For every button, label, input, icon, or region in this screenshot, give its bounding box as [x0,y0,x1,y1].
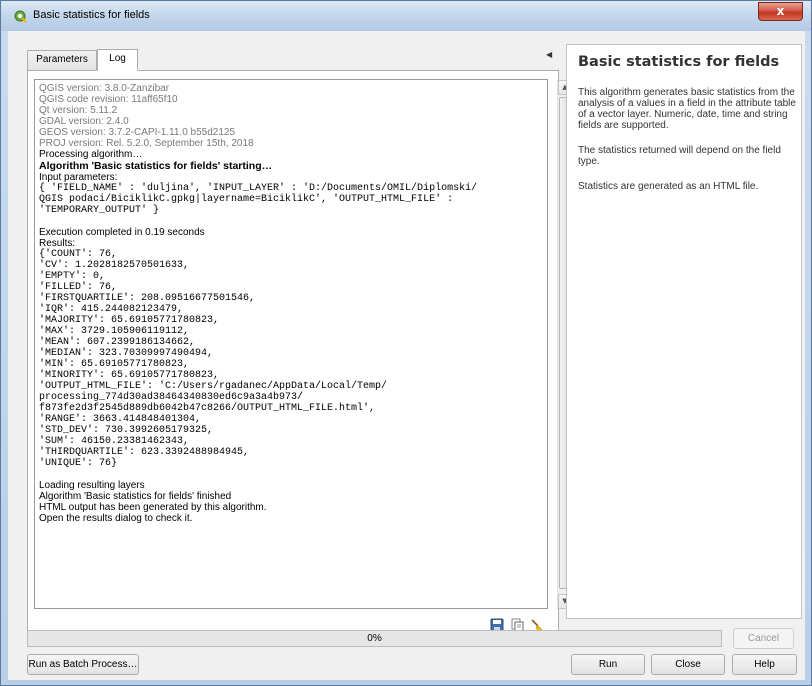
log-result-line: processing_774d30ad38464340830ed6c9a3a4b… [39,392,304,403]
tab-log[interactable]: Log [97,49,138,71]
log-input-params-label: Input parameters: [39,172,118,183]
log-result-line: 'MEDIAN': 323.70309997490494, [39,348,214,359]
cancel-button[interactable]: Cancel [733,628,794,649]
log-param-line: 'TEMPORARY_OUTPUT' } [39,205,160,216]
log-result-line: 'SUM': 46150.23381462343, [39,436,190,447]
log-version-line: GDAL version: 2.4.0 [39,116,129,127]
log-version-line: QGIS version: 3.8.0-Zanzibar [39,83,170,94]
log-param-line: { 'FIELD_NAME' : 'duljina', 'INPUT_LAYER… [39,183,478,194]
log-result-line: 'EMPTY': 0, [39,271,106,282]
log-result-line: 'THIRDQUARTILE': 623.3392488984945, [39,447,250,458]
log-param-line: QGIS podaci/BiciklikC.gpkg|layername=Bic… [39,194,454,205]
log-result-line: 'OUTPUT_HTML_FILE': 'C:/Users/rgadanec/A… [39,381,388,392]
close-button[interactable]: Close [651,654,725,675]
log-result-line: {'COUNT': 76, [39,249,118,260]
log-result-line: 'UNIQUE': 76} [39,458,118,469]
log-version-line: Qt version: 5.11.2 [39,105,118,116]
log-result-line: 'MIN': 65.69105771780823, [39,359,190,370]
log-version-line: GEOS version: 3.7.2-CAPI-1.11.0 b55d2125 [39,127,236,138]
help-title: Basic statistics for fields [578,54,780,70]
run-as-batch-button[interactable]: Run as Batch Process… [27,654,139,675]
qgis-logo-icon [14,10,27,23]
close-window-button[interactable]: x [758,2,803,21]
run-button[interactable]: Run [571,654,645,675]
tab-parameters[interactable]: Parameters [27,50,97,71]
log-result-line: 'MAX': 3729.105906119112, [39,326,190,337]
dialog-window: Basic statistics for fields x Parameters… [0,0,812,686]
log-result-line: 'MEAN': 607.2399186134662, [39,337,196,348]
dialog-body: Parameters Log QGIS version: 3.8.0-Zanzi… [8,31,805,680]
log-tab-panel: QGIS version: 3.8.0-Zanzibar QGIS code re… [27,70,572,632]
log-result-line: 'IQR': 415.244082123479, [39,304,184,315]
log-result-line: 'MAJORITY': 65.69105771780823, [39,315,220,326]
collapse-help-arrow-icon[interactable]: ◀ [546,50,552,59]
log-starting-line: Algorithm 'Basic statistics for fields' … [39,160,273,172]
log-result-line: 'STD_DEV': 730.3992605179325, [39,425,214,436]
help-statistics-note: The statistics returned will depend on t… [578,145,781,167]
log-result-line: 'RANGE': 3663.414848401304, [39,414,202,425]
help-panel: Basic statistics for fields This algorit… [566,44,802,619]
log-footer-line: Open the results dialog to check it. [39,513,193,524]
log-results-label: Results: [39,238,76,249]
log-result-line: 'MINORITY': 65.69105771780823, [39,370,220,381]
progress-bar: 0% [27,630,722,647]
log-footer-line: Algorithm 'Basic statistics for fields' … [39,491,232,502]
log-result-line: f873fe2d3f2545d889db6042b47c8266/OUTPUT_… [39,403,376,414]
log-footer-line: Loading resulting layers [39,480,145,491]
help-button[interactable]: Help [732,654,797,675]
log-result-line: 'FIRSTQUARTILE': 208.09516677501546, [39,293,256,304]
log-footer-line: HTML output has been generated by this a… [39,502,267,513]
log-result-line: 'CV': 1.2028182570501633, [39,260,190,271]
log-text-area[interactable]: QGIS version: 3.8.0-Zanzibar QGIS code re… [34,79,548,609]
window-title: Basic statistics for fields [33,9,150,21]
log-version-line: QGIS code revision: 11aff65f10 [39,94,178,105]
help-output-note: Statistics are generated as an HTML file… [578,181,759,192]
log-version-line: PROJ version: Rel. 5.2.0, September 15th… [39,138,254,149]
log-result-line: 'FILLED': 76, [39,282,118,293]
title-bar[interactable]: Basic statistics for fields x [1,1,811,31]
log-processing-line: Processing algorithm… [39,149,143,160]
log-execution-line: Execution completed in 0.19 seconds [39,227,205,238]
help-description: This algorithm generates basic statistic… [578,87,796,131]
